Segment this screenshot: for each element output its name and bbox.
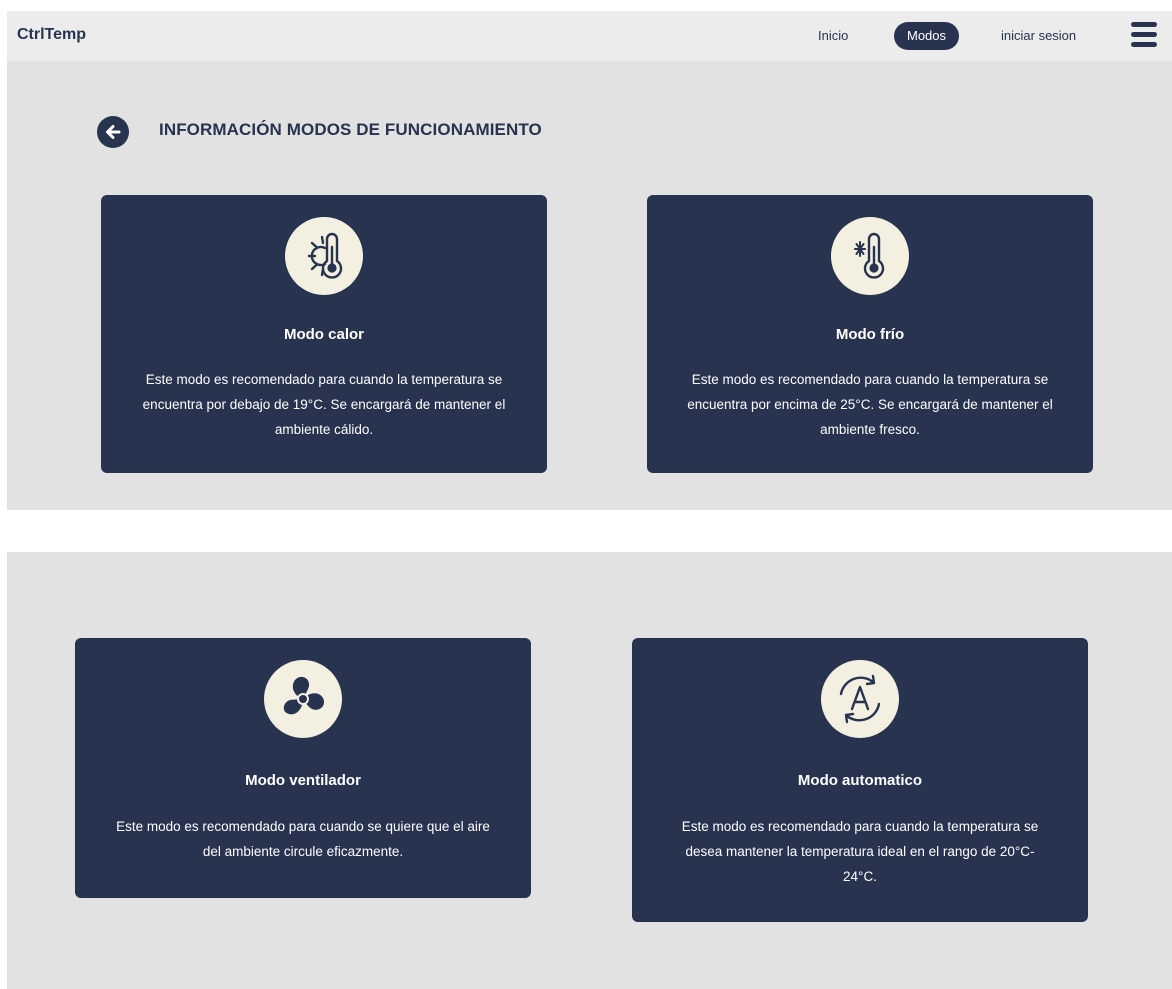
thermometer-sun-icon (285, 217, 363, 295)
fan-icon (264, 660, 342, 738)
page-title: INFORMACIÓN MODOS DE FUNCIONAMIENTO (159, 120, 542, 139)
mode-card-ventilador: Modo ventilador Este modo es recomendado… (75, 638, 531, 898)
mode-description: Este modo es recomendado para cuando la … (687, 372, 1053, 437)
mode-title: Modo automatico (797, 772, 923, 789)
mode-card-calor: Modo calor Este modo es recomendado para… (101, 195, 547, 473)
mode-title: Modo ventilador (245, 772, 361, 789)
mode-title: Modo frío (835, 326, 905, 343)
brand-logo[interactable]: CtrlTemp (17, 26, 86, 44)
nav-link-inicio[interactable]: Inicio (818, 11, 848, 61)
hamburger-menu-icon[interactable] (1131, 21, 1157, 47)
mode-card-frio: Modo frío Este modo es recomendado para … (647, 195, 1093, 473)
modes-section-top: INFORMACIÓN MODOS DE FUNCIONAMIENTO Modo… (7, 61, 1172, 510)
modes-section-bottom: Modo ventilador Este modo es recomendado… (7, 552, 1172, 989)
mode-title: Modo calor (283, 326, 364, 343)
back-button[interactable] (97, 116, 129, 148)
mode-description: Este modo es recomendado para cuando la … (681, 819, 1039, 884)
mode-description: Este modo es recomendado para cuando la … (142, 372, 506, 437)
auto-mode-icon (821, 660, 899, 738)
mode-card-automatico: Modo automatico Este modo es recomendado… (632, 638, 1088, 922)
navbar: CtrlTemp Inicio Modos iniciar sesion (7, 11, 1172, 61)
thermometer-snowflake-icon (831, 217, 909, 295)
mode-description: Este modo es recomendado para cuando se … (116, 819, 490, 859)
nav-link-modos[interactable]: Modos (894, 22, 959, 50)
nav-link-iniciar-sesion[interactable]: iniciar sesion (1001, 11, 1076, 61)
arrow-left-icon (106, 125, 121, 139)
